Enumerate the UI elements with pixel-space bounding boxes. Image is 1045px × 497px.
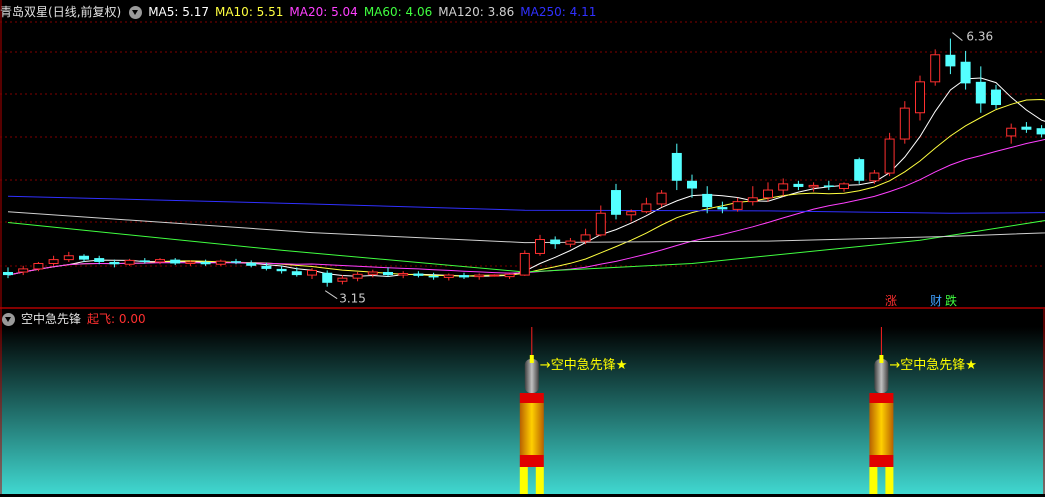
high-arrow xyxy=(952,32,963,41)
candle[interactable] xyxy=(626,209,637,221)
signal-label: →空中急先锋★ xyxy=(889,358,977,373)
price-panel[interactable]: 6.36 3.15 青岛双星 (日线,前复权) MA5: 5.17 MA10: 5… xyxy=(0,0,1045,309)
candle[interactable] xyxy=(504,273,515,279)
candle[interactable] xyxy=(854,157,865,184)
signal-label: →空中急先锋★ xyxy=(540,358,628,373)
ma5-line xyxy=(7,77,1045,278)
candle[interactable] xyxy=(352,271,363,282)
ma120-label: MA120: 3.86 xyxy=(438,5,515,19)
candle[interactable] xyxy=(428,272,439,280)
candle[interactable] xyxy=(747,186,758,206)
candle[interactable] xyxy=(717,201,728,214)
candle[interactable] xyxy=(808,182,819,192)
indicator-panel[interactable]: →空中急先锋★ →空中急先锋★ 空中急先锋 起飞: 0.00 xyxy=(0,309,1045,494)
period-label: (日线,前复权) xyxy=(48,5,122,19)
candle[interactable] xyxy=(231,258,241,265)
candle[interactable] xyxy=(565,237,576,248)
candle[interactable] xyxy=(550,236,561,249)
candle[interactable] xyxy=(1006,123,1017,144)
low-label: 3.15 xyxy=(339,292,366,306)
candle[interactable] xyxy=(459,272,469,279)
ma250-line xyxy=(7,195,1045,214)
candle[interactable] xyxy=(1021,122,1032,133)
candle[interactable] xyxy=(443,273,454,281)
candle[interactable] xyxy=(687,174,697,198)
candle[interactable] xyxy=(960,50,971,90)
indicator-chart[interactable]: →空中急先锋★ →空中急先锋★ xyxy=(0,309,1045,494)
candle[interactable] xyxy=(215,259,226,266)
indicator-dropdown-icon[interactable] xyxy=(2,312,15,326)
low-arrow xyxy=(324,290,338,300)
price-header: 青岛双星 (日线,前复权) MA5: 5.17 MA10: 5.51 MA20:… xyxy=(0,3,596,21)
stock-name: 青岛双星 xyxy=(0,5,49,19)
candle[interactable] xyxy=(793,180,804,191)
candlestick-chart[interactable]: 6.36 3.15 xyxy=(0,0,1045,309)
candle[interactable] xyxy=(246,260,257,268)
candle[interactable] xyxy=(474,273,485,280)
candle[interactable] xyxy=(991,84,1001,109)
candle[interactable] xyxy=(200,259,211,266)
indicator-value: 起飞: 0.00 xyxy=(87,312,146,326)
ma10-line xyxy=(7,98,1045,277)
candle[interactable] xyxy=(611,183,621,220)
ma20-label: MA20: 5.04 xyxy=(289,5,358,19)
candle[interactable] xyxy=(489,274,500,277)
candle[interactable] xyxy=(641,197,652,214)
ma-dropdown-icon[interactable] xyxy=(129,5,143,19)
badge-cai[interactable]: 财 xyxy=(930,292,942,309)
candle[interactable] xyxy=(671,143,682,191)
candle[interactable] xyxy=(383,267,393,277)
candle[interactable] xyxy=(839,182,849,192)
candle[interactable] xyxy=(322,270,333,287)
ma60-label: MA60: 4.06 xyxy=(363,5,433,19)
candle[interactable] xyxy=(1036,125,1045,138)
indicator-header: 空中急先锋 起飞: 0.00 xyxy=(0,310,146,328)
high-label: 6.36 xyxy=(966,30,993,44)
candle[interactable] xyxy=(519,250,530,276)
candle[interactable] xyxy=(3,267,13,279)
candle[interactable] xyxy=(367,269,378,278)
candle[interactable] xyxy=(702,186,713,214)
candle[interactable] xyxy=(899,101,910,144)
candle[interactable] xyxy=(884,132,895,177)
candle[interactable] xyxy=(930,49,941,86)
candle[interactable] xyxy=(337,275,348,285)
candle[interactable] xyxy=(778,178,789,197)
candle[interactable] xyxy=(63,251,74,262)
candle[interactable] xyxy=(823,180,834,191)
badge-zhang[interactable]: 涨 xyxy=(885,292,897,309)
candle[interactable] xyxy=(535,234,545,256)
candle[interactable] xyxy=(915,75,925,121)
candle[interactable] xyxy=(869,169,880,184)
ma10-label: MA10: 5.51 xyxy=(214,5,284,19)
candle[interactable] xyxy=(656,190,667,208)
candle[interactable] xyxy=(48,255,59,266)
badge-die[interactable]: 跌 xyxy=(945,292,957,309)
ma5-label: MA5: 5.17 xyxy=(148,5,209,19)
ma250-label: MA250: 4.11 xyxy=(520,5,597,19)
candle[interactable] xyxy=(732,197,743,212)
candle[interactable] xyxy=(18,265,29,276)
candle[interactable] xyxy=(94,255,105,265)
candle[interactable] xyxy=(975,66,986,113)
indicator-name: 空中急先锋 xyxy=(21,312,82,326)
candle[interactable] xyxy=(945,38,956,75)
candle[interactable] xyxy=(413,271,424,278)
candle[interactable] xyxy=(398,271,409,279)
candle[interactable] xyxy=(170,258,181,266)
